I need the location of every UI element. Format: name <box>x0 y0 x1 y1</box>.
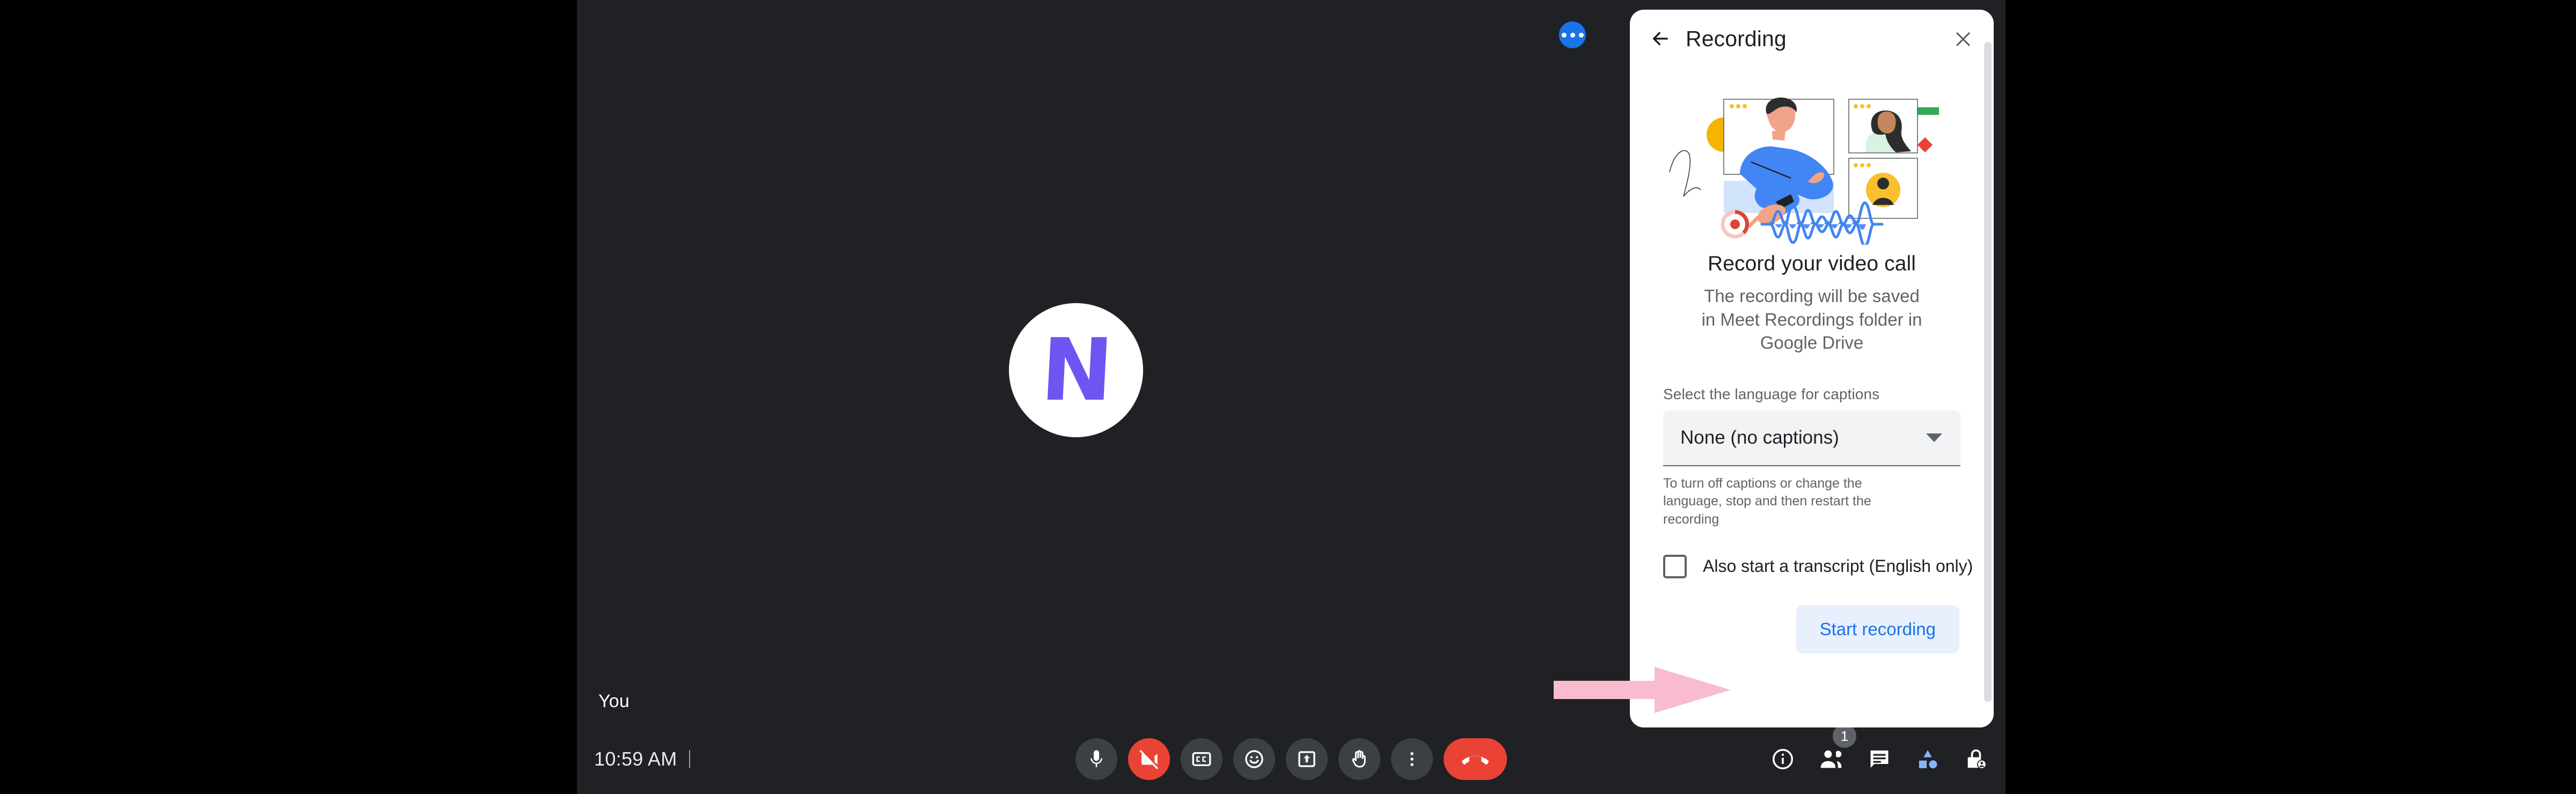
language-label: Select the language for captions <box>1663 385 1880 402</box>
transcript-checkbox-row[interactable]: Also start a transcript (English only) <box>1663 554 1994 578</box>
video-camera-off-icon <box>1139 749 1159 769</box>
more-options-button[interactable] <box>1391 738 1433 780</box>
caret-down-icon <box>1926 433 1942 442</box>
info-circle-icon <box>1773 749 1793 769</box>
three-dots-icon[interactable] <box>1559 21 1586 48</box>
closed-captions-icon <box>1192 752 1211 767</box>
recording-panel: Recording Record your video call The rec… <box>1630 10 1994 727</box>
right-controls: 1 <box>1766 724 1993 776</box>
panel-description: The recording will be saved in Meet Reco… <box>1701 286 1922 353</box>
present-button[interactable] <box>1286 738 1328 780</box>
panel-scrollbar[interactable] <box>1982 10 1994 727</box>
dot <box>1578 32 1584 38</box>
chat-bubble-icon <box>1870 750 1889 768</box>
close-x-icon <box>1956 32 1970 46</box>
panel-scrollbar-thumb[interactable] <box>1984 42 1992 702</box>
clock-time: 10:59 AM <box>594 748 677 770</box>
raise-hand-button[interactable] <box>1338 738 1380 780</box>
chat-button[interactable] <box>1863 742 1896 776</box>
clock-divider <box>689 750 690 768</box>
meeting-details-button[interactable] <box>1766 742 1799 776</box>
language-help-text: To turn off captions or change the langu… <box>1663 475 1871 527</box>
phone-hangup-icon <box>1462 755 1489 765</box>
panel-header: Recording <box>1630 10 1994 68</box>
host-controls-button[interactable] <box>1959 742 1993 776</box>
activities-button[interactable] <box>1911 742 1944 776</box>
panel-actions: Start recording <box>1630 605 1994 653</box>
people-button[interactable]: 1 <box>1814 724 1856 776</box>
raised-hand-icon <box>1352 750 1366 768</box>
back-button[interactable] <box>1645 23 1676 54</box>
panel-heading: Record your video call <box>1707 252 1916 275</box>
transcript-checkbox-label: Also start a transcript (English only) <box>1703 556 1973 576</box>
clock-area: 10:59 AM <box>594 748 690 770</box>
avatar: N <box>1009 303 1143 437</box>
vertical-dots-icon <box>1410 752 1414 766</box>
avatar-letter: N <box>1038 320 1114 420</box>
caption-language-value: None (no captions) <box>1680 427 1839 448</box>
people-icon <box>1820 750 1842 768</box>
leave-call-button[interactable] <box>1444 738 1507 780</box>
recording-panel-scroll: Recording Record your video call The rec… <box>1630 10 1994 727</box>
screenshot-root: N You 10:59 AM 1 Recording Record your v… <box>0 0 2576 794</box>
dot <box>1570 32 1575 38</box>
microphone-button[interactable] <box>1075 738 1117 780</box>
caption-language-select[interactable]: None (no captions) <box>1663 410 1960 466</box>
lock-person-icon <box>1967 749 1987 769</box>
captions-button[interactable] <box>1181 738 1223 780</box>
recording-illustration <box>1669 97 1939 245</box>
bottom-bar: 10:59 AM 1 <box>577 724 2006 794</box>
emoji-smile-icon <box>1245 750 1263 768</box>
start-recording-button[interactable]: Start recording <box>1796 605 1959 653</box>
transcript-checkbox[interactable] <box>1663 554 1687 578</box>
activities-shapes-icon <box>1919 750 1937 769</box>
self-tile-label: You <box>598 691 630 711</box>
annotation-arrow <box>1554 667 1731 713</box>
call-controls <box>1075 738 1507 780</box>
panel-title: Recording <box>1686 26 1787 51</box>
present-screen-icon <box>1298 751 1315 767</box>
arrow-left-icon <box>1653 32 1668 46</box>
people-count-badge: 1 <box>1833 724 1856 748</box>
close-button[interactable] <box>1948 24 1979 55</box>
camera-button[interactable] <box>1128 738 1170 780</box>
microphone-icon <box>1091 750 1102 767</box>
dot <box>1561 32 1567 38</box>
reactions-button[interactable] <box>1233 738 1275 780</box>
